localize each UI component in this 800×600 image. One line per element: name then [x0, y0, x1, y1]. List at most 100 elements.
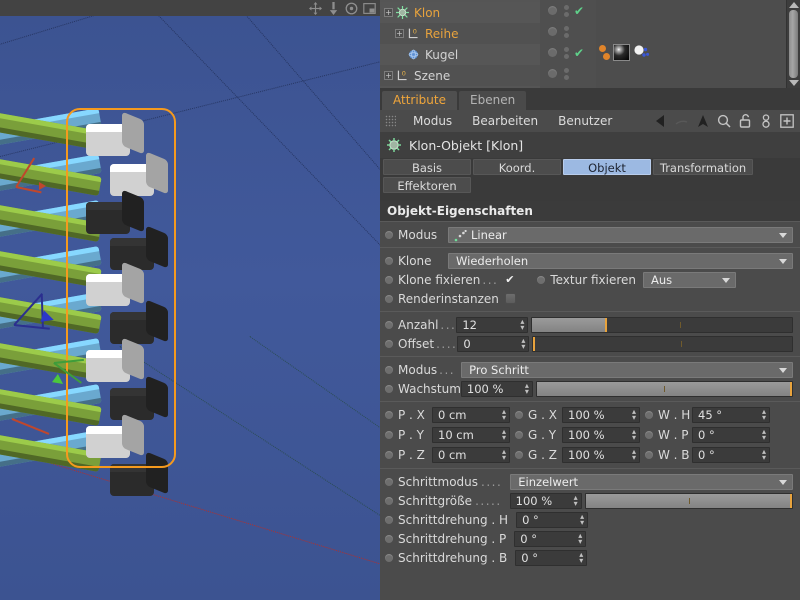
- maximize-icon[interactable]: [363, 2, 376, 15]
- attribute-tab-transformation[interactable]: Transformation: [653, 159, 753, 175]
- axis-gizmo-4[interactable]: [8, 412, 68, 472]
- panel-tab-strip[interactable]: Attribute Ebenen: [380, 88, 800, 110]
- input-step-rotation-2[interactable]: 0 ° ▴ ▾: [515, 549, 588, 566]
- spinner-pz[interactable]: ▴ ▾: [502, 448, 506, 462]
- scroll-up-icon[interactable]: [788, 2, 799, 8]
- slider-step-size[interactable]: [584, 492, 793, 509]
- input-px[interactable]: 0 cm ▴ ▾: [432, 407, 510, 423]
- enable-dot[interactable]: [548, 48, 557, 57]
- object-manager[interactable]: +Klon+0Reihe+Kugel+0Szene ✔✔: [380, 0, 800, 88]
- attribute-menu-bar[interactable]: Modus Bearbeiten Benutzer: [380, 110, 800, 132]
- input-growth[interactable]: 100 % ▴ ▾: [460, 380, 533, 397]
- object-tag-column[interactable]: [596, 0, 786, 88]
- object-row-szene[interactable]: +0 Szene: [380, 65, 540, 86]
- object-row-kugel[interactable]: +Kugel: [380, 44, 540, 65]
- rotate-icon[interactable]: [345, 2, 358, 15]
- visible-check-icon[interactable]: ✔: [574, 46, 584, 60]
- visibility-dots[interactable]: [564, 67, 569, 80]
- axis-gizmo-3[interactable]: [48, 354, 108, 414]
- anim-dot-fix-texture[interactable]: [537, 275, 546, 284]
- texture-tag-icon[interactable]: [633, 44, 650, 61]
- anim-dot-step-rotation-2[interactable]: [385, 553, 393, 562]
- input-gy[interactable]: 100 % ▴ ▾: [562, 427, 640, 443]
- checkbox-fix-clones[interactable]: ✔: [504, 274, 515, 285]
- input-offset[interactable]: 0 ▴ ▾: [457, 335, 530, 352]
- spinner-step-rotation-1[interactable]: ▴ ▾: [578, 531, 582, 545]
- slider-offset[interactable]: [532, 335, 793, 352]
- chevron-down-icon[interactable]: [779, 479, 787, 485]
- object-tree[interactable]: + Klon +0 Reihe +Kugel +0 Szene: [380, 0, 540, 88]
- panel-tab-attribute[interactable]: Attribute: [382, 91, 457, 110]
- input-step-rotation-0[interactable]: 0 ° ▴ ▾: [516, 511, 589, 528]
- object-visibility-column[interactable]: ✔ ✔: [540, 0, 596, 88]
- dropdown-step-mode[interactable]: Pro Schritt: [461, 361, 793, 378]
- visibility-row-reihe[interactable]: [540, 21, 596, 42]
- spinner-py[interactable]: ▴ ▾: [502, 428, 506, 442]
- expand-toggle-icon[interactable]: +: [384, 8, 393, 17]
- enable-dot[interactable]: [548, 69, 557, 78]
- attribute-tab-objekt[interactable]: Objekt: [563, 159, 651, 175]
- chevron-down-icon[interactable]: [722, 277, 731, 283]
- spinner-gy[interactable]: ▴ ▾: [632, 428, 636, 442]
- input-count[interactable]: 12 ▴ ▾: [456, 316, 529, 333]
- anim-dot-fix-clones[interactable]: [385, 275, 393, 284]
- viewport-canvas[interactable]: [0, 16, 380, 600]
- back-arrow-icon[interactable]: [653, 113, 669, 129]
- object-row-reihe[interactable]: +0 Reihe: [380, 23, 540, 44]
- spinner-step-size[interactable]: ▴ ▾: [574, 493, 578, 507]
- slider-growth[interactable]: [535, 380, 793, 397]
- tag-dot-icon[interactable]: [599, 45, 606, 52]
- chevron-down-icon[interactable]: [779, 258, 787, 264]
- input-step-size[interactable]: 100 % ▴ ▾: [509, 492, 582, 509]
- anim-dot-step-mode-2[interactable]: [385, 477, 393, 486]
- visibility-dots[interactable]: [564, 4, 569, 17]
- anim-dot-count[interactable]: [385, 320, 393, 329]
- spinner-offset[interactable]: ▴ ▾: [521, 336, 525, 350]
- axis-gizmo-1[interactable]: [6, 157, 66, 224]
- input-gx[interactable]: 100 % ▴ ▾: [562, 407, 640, 423]
- object-manager-scrollbar[interactable]: [786, 0, 800, 88]
- input-pz[interactable]: 0 cm ▴ ▾: [432, 447, 510, 463]
- forward-arrow-icon[interactable]: [674, 113, 690, 129]
- spinner-growth[interactable]: ▴ ▾: [525, 381, 529, 395]
- anim-dot-px[interactable]: [385, 411, 393, 419]
- search-icon[interactable]: [716, 113, 732, 129]
- chevron-down-icon[interactable]: [779, 367, 787, 373]
- tag-dot-icon[interactable]: [603, 53, 610, 60]
- object-row-klon[interactable]: + Klon: [380, 2, 540, 23]
- visibility-row-klon[interactable]: ✔: [540, 0, 596, 21]
- spinner-wp[interactable]: ▴ ▾: [762, 428, 766, 442]
- tag-row[interactable]: [596, 0, 786, 21]
- input-py[interactable]: 10 cm ▴ ▾: [432, 427, 510, 443]
- move-icon[interactable]: [309, 1, 322, 15]
- anim-dot-growth[interactable]: [385, 384, 393, 393]
- panel-tab-ebenen[interactable]: Ebenen: [459, 91, 527, 110]
- attribute-tab-effektoren[interactable]: Effektoren: [383, 177, 471, 193]
- tag-row[interactable]: [596, 42, 786, 63]
- input-wh[interactable]: 45 ° ▴ ▾: [692, 407, 770, 423]
- enable-dot[interactable]: [548, 27, 557, 36]
- visibility-dots[interactable]: [564, 46, 569, 59]
- spinner-px[interactable]: ▴ ▾: [502, 408, 506, 422]
- visibility-row-szene[interactable]: [540, 63, 596, 84]
- slider-offset-handle[interactable]: [533, 336, 536, 351]
- menu-item-modus[interactable]: Modus: [403, 114, 462, 128]
- tag-row[interactable]: [596, 63, 786, 84]
- visibility-row-kugel[interactable]: ✔: [540, 42, 596, 63]
- expand-toggle-icon[interactable]: +: [395, 29, 404, 38]
- add-icon[interactable]: [779, 113, 795, 129]
- anim-dot-wp[interactable]: [645, 431, 653, 439]
- spinner-step-rotation-2[interactable]: ▴ ▾: [579, 550, 583, 564]
- drag-grip-icon[interactable]: [385, 115, 396, 127]
- chevron-down-icon[interactable]: [779, 232, 787, 238]
- spinner-wb[interactable]: ▴ ▾: [762, 448, 766, 462]
- anim-dot-py[interactable]: [385, 431, 393, 439]
- input-wb[interactable]: 0 ° ▴ ▾: [692, 447, 770, 463]
- attribute-tabs[interactable]: Basis Koord. Objekt Transformation Effektor…: [380, 158, 800, 197]
- spinner-wh[interactable]: ▴ ▾: [762, 408, 766, 422]
- anim-dot-step-rotation-0[interactable]: [385, 515, 393, 524]
- scroll-thumb[interactable]: [789, 10, 798, 78]
- anim-dot-pz[interactable]: [385, 451, 393, 459]
- slider-count-handle[interactable]: [605, 317, 608, 332]
- anim-dot-render-instances[interactable]: [385, 294, 393, 303]
